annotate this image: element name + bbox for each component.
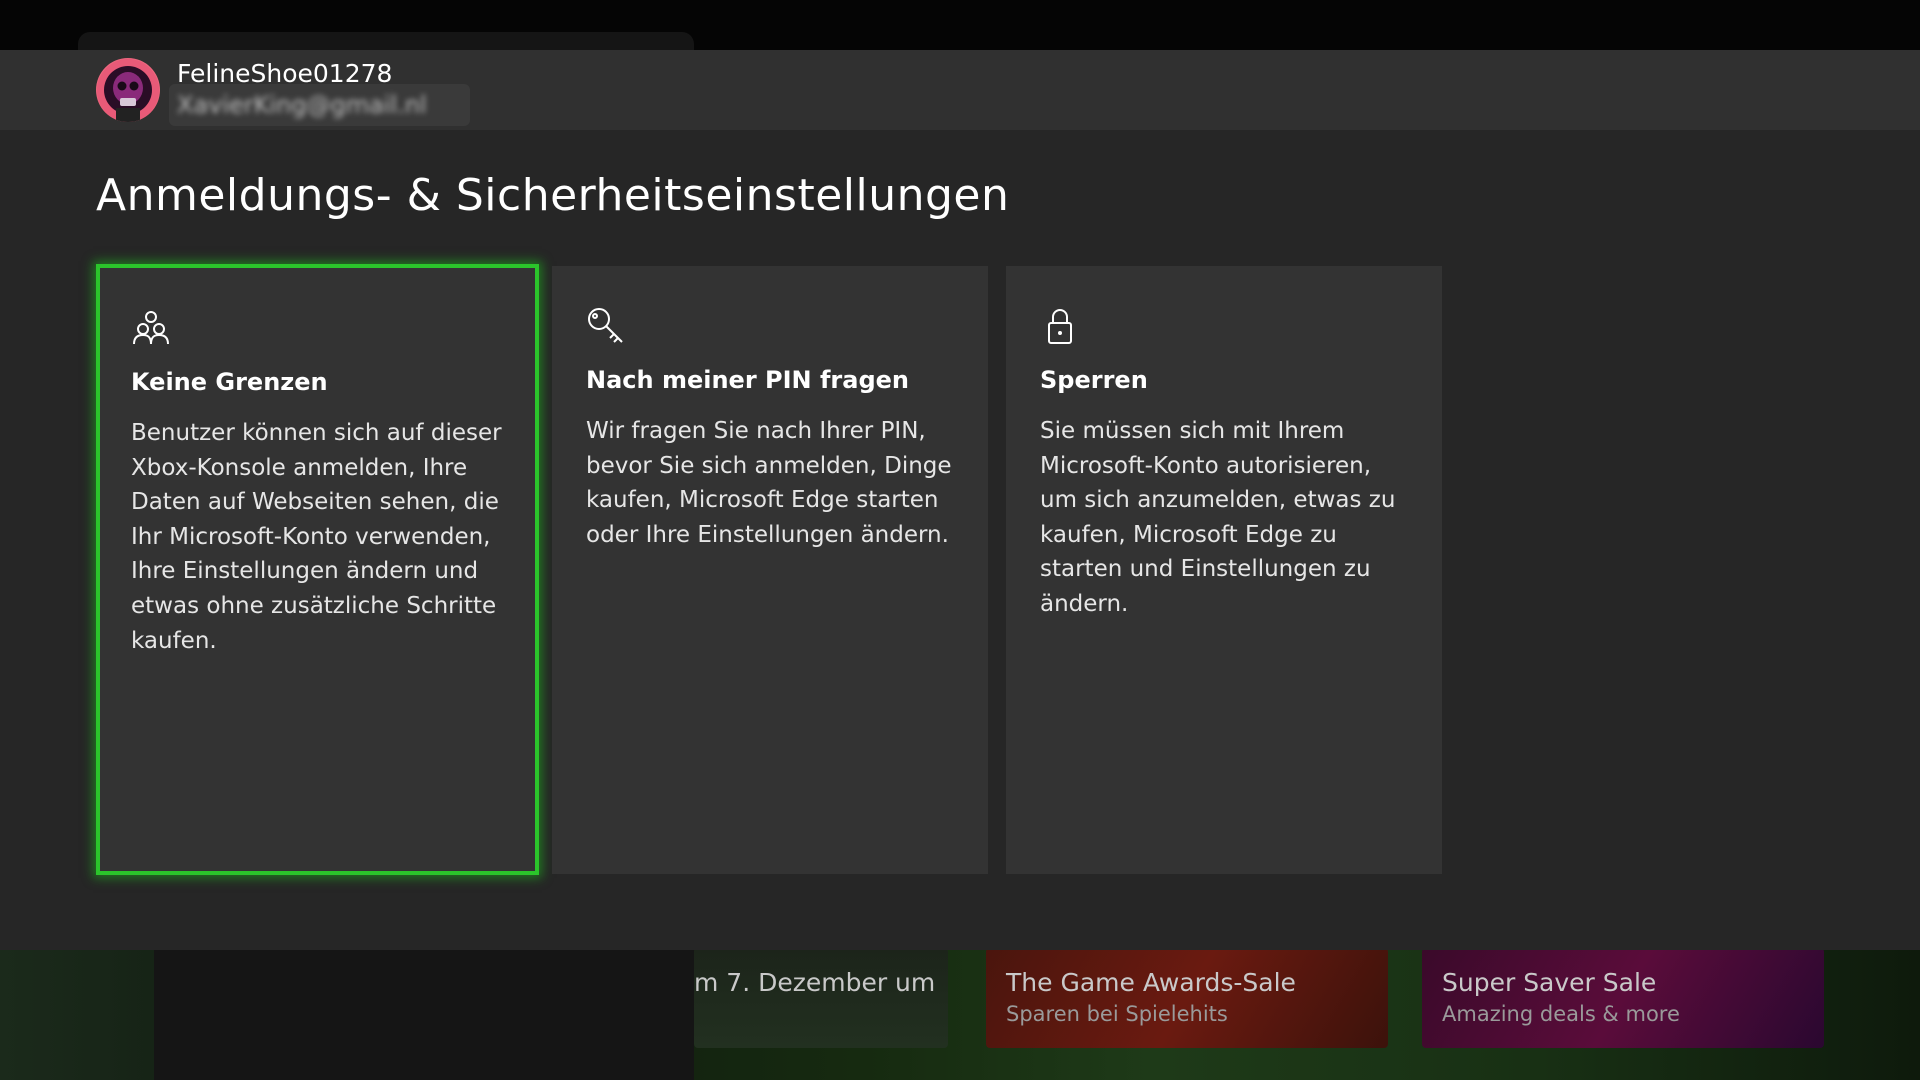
background-tile-title: m 7. Dezember um — [694, 968, 936, 997]
email-address: XavierKing@gmail.nl — [177, 91, 427, 119]
background-tile-event: m 7. Dezember um — [694, 948, 948, 1048]
option-description: Sie müssen sich mit Ihrem Microsoft-Kont… — [1040, 418, 1396, 617]
skull-avatar-icon — [97, 59, 159, 122]
background-tile-subtitle: Sparen bei Spielehits — [1006, 1002, 1228, 1026]
background-tile-super-saver-sale: Super Saver Sale Amazing deals & more — [1422, 948, 1824, 1048]
option-description: Benutzer können sich auf dieser Xbox-Kon… — [131, 420, 502, 654]
option-lock[interactable]: Sperren Sie müssen sich mit Ihrem Micros… — [1006, 266, 1442, 874]
background-tile-title: The Game Awards-Sale — [1006, 968, 1296, 997]
option-title: Nach meiner PIN fragen — [586, 366, 909, 394]
option-no-barriers[interactable]: Keine Grenzen Benutzer können sich auf d… — [96, 264, 539, 875]
background-bottom-panel — [154, 948, 694, 1080]
option-description: Wir fragen Sie nach Ihrer PIN, bevor Sie… — [586, 418, 952, 548]
avatar — [96, 58, 160, 122]
screen: m 7. Dezember um The Game Awards-Sale Sp… — [0, 0, 1920, 1080]
background-tile-subtitle: Amazing deals & more — [1442, 1002, 1680, 1026]
sign-in-security-dialog: FelineShoe01278 XavierKing@gmail.nl Anme… — [0, 50, 1920, 950]
lock-icon — [1048, 309, 1072, 344]
email-box: XavierKing@gmail.nl — [169, 84, 470, 126]
background-tile-title: Super Saver Sale — [1442, 968, 1657, 997]
option-title: Keine Grenzen — [131, 368, 328, 396]
profile-bar: FelineShoe01278 XavierKing@gmail.nl — [0, 50, 1920, 130]
people-icon — [133, 311, 169, 345]
background-tile-game-awards-sale: The Game Awards-Sale Sparen bei Spielehi… — [986, 948, 1388, 1048]
option-ask-pin[interactable]: Nach meiner PIN fragen Wir fragen Sie na… — [552, 266, 988, 874]
key-icon — [588, 308, 623, 343]
page-title: Anmeldungs- & Sicherheitseinstellungen — [96, 170, 1010, 221]
option-title: Sperren — [1040, 366, 1148, 394]
